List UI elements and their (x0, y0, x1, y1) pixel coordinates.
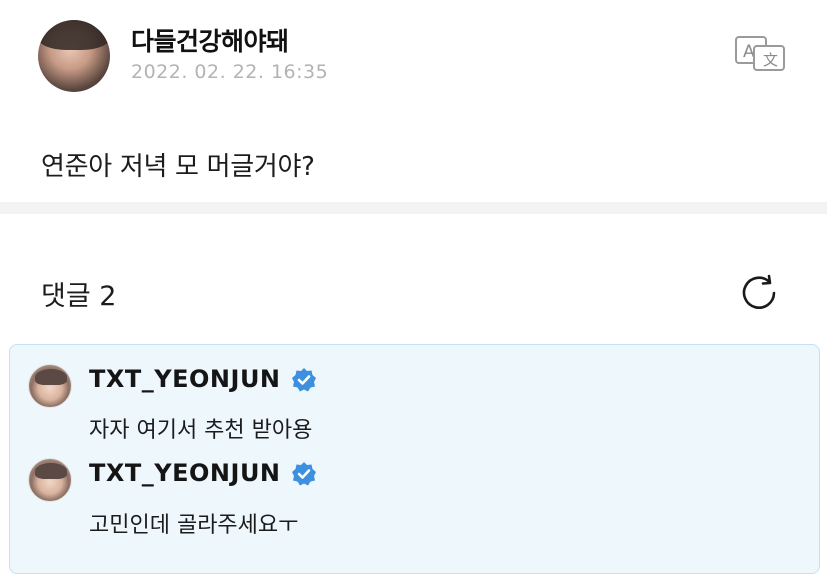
author-name[interactable]: 다들건강해야돼 (131, 22, 289, 58)
refresh-button[interactable] (739, 272, 781, 314)
comment-author[interactable]: TXT_YEONJUN (89, 365, 281, 393)
comment-avatar[interactable] (28, 458, 72, 502)
verified-badge-icon (292, 462, 316, 486)
refresh-icon (742, 274, 776, 309)
comment-list: TXT_YEONJUN 자자 여기서 추천 받아용 TXT_YEONJUN 고민… (9, 344, 820, 574)
section-divider (0, 202, 827, 214)
comment-item: TXT_YEONJUN 자자 여기서 추천 받아용 (10, 345, 819, 445)
comment-avatar[interactable] (28, 364, 72, 408)
post-date: 2022. 02. 22. 16:35 (131, 61, 329, 83)
svg-text:文: 文 (763, 51, 778, 69)
comment-text: 고민인데 골라주세요ㅜ (89, 513, 299, 538)
comment-item: TXT_YEONJUN 고민인데 골라주세요ㅜ (10, 445, 819, 575)
translate-icon: A 文 (735, 36, 785, 71)
comment-text: 자자 여기서 추천 받아용 (89, 418, 313, 443)
translate-button[interactable]: A 文 (734, 34, 786, 72)
comments-count-header: 댓글 2 (41, 281, 117, 312)
author-avatar[interactable] (38, 20, 110, 92)
verified-badge-icon (292, 368, 316, 392)
post-body: 연준아 저녁 모 머글거야? (41, 152, 315, 182)
comment-author[interactable]: TXT_YEONJUN (89, 459, 281, 487)
post-header: 다들건강해야돼 2022. 02. 22. 16:35 A 文 (0, 0, 827, 110)
